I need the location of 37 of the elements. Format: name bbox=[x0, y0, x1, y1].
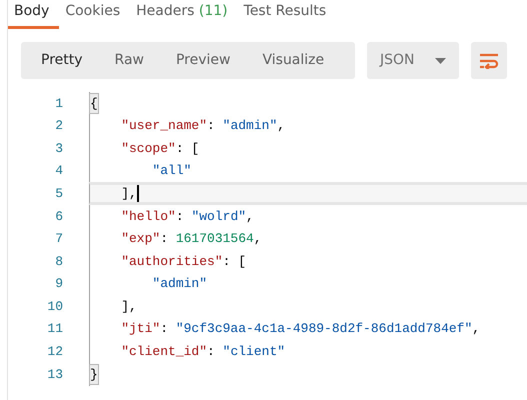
code-line: } bbox=[89, 363, 527, 386]
line-number: 4 bbox=[54, 162, 63, 180]
format-dropdown[interactable]: JSON bbox=[367, 42, 459, 79]
code-line: "jti": "9cf3c9aa-4c1a-4989-8d2f-86d1add784ef", bbox=[89, 318, 527, 341]
code-line: "admin" bbox=[89, 272, 527, 296]
code-line: "scope": [ bbox=[89, 137, 527, 160]
line-number: 13 bbox=[46, 366, 63, 384]
tab[interactable]: Test Results bbox=[238, 0, 336, 29]
tab[interactable]: Cookies bbox=[59, 0, 130, 29]
tab[interactable]: Body bbox=[8, 0, 60, 29]
wrap-lines-icon bbox=[479, 52, 499, 68]
text-cursor bbox=[136, 185, 139, 202]
tab[interactable]: Headers (11) bbox=[130, 0, 238, 29]
wrap-lines-button[interactable] bbox=[471, 42, 507, 79]
caret-icon bbox=[435, 58, 446, 64]
line-number: 9 bbox=[54, 275, 63, 294]
code-line: ], bbox=[89, 295, 527, 318]
code-line: { bbox=[89, 92, 527, 115]
line-number: 11 bbox=[46, 320, 63, 338]
code-line: "authorities": [ bbox=[89, 250, 527, 273]
line-number: 2 bbox=[54, 117, 63, 136]
view-tab[interactable]: Visualize bbox=[246, 42, 340, 79]
line-number: 5 bbox=[54, 184, 63, 203]
code-line: "user_name": "admin", bbox=[89, 114, 527, 138]
line-number: 3 bbox=[54, 140, 63, 158]
line-number: 7 bbox=[54, 230, 63, 248]
view-tab[interactable]: Raw bbox=[98, 42, 160, 79]
line-number: 10 bbox=[46, 298, 63, 316]
line-number: 12 bbox=[46, 343, 63, 362]
code-line: "client_id": "client" bbox=[89, 340, 527, 364]
view-tab[interactable]: Preview bbox=[160, 42, 246, 79]
code-line: "hello": "wolrd", bbox=[89, 204, 527, 228]
line-number: 8 bbox=[54, 252, 63, 271]
line-number: 1 bbox=[54, 94, 63, 113]
view-tab[interactable]: Pretty bbox=[25, 42, 99, 79]
line-number: 6 bbox=[54, 208, 63, 226]
code-line: "exp": 1617031564, bbox=[89, 228, 527, 250]
